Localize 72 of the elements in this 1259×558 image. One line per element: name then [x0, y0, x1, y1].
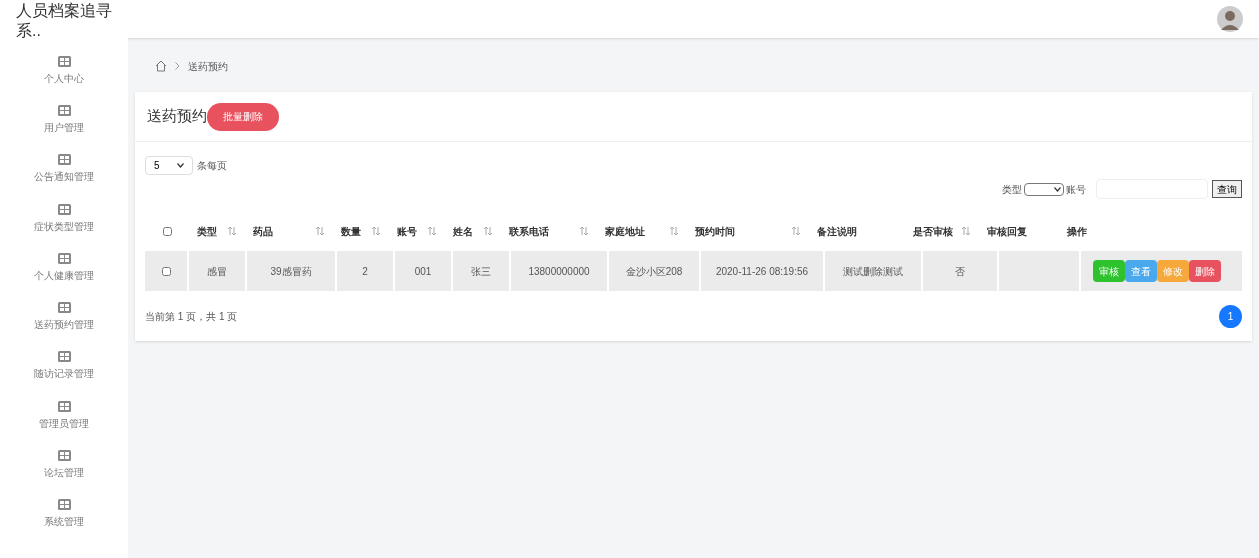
sort-icon[interactable] — [315, 226, 325, 236]
sidebar-item[interactable]: 系统管理 — [0, 489, 128, 539]
sidebar-item[interactable]: 送药预约管理 — [0, 292, 128, 342]
column-header: 家庭地址 — [605, 224, 645, 239]
column-header: 数量 — [341, 224, 361, 239]
sort-icon[interactable] — [371, 226, 381, 236]
sort-icon[interactable] — [791, 226, 801, 236]
column-header: 账号 — [397, 224, 417, 239]
sidebar-item[interactable]: 用户管理 — [0, 95, 128, 145]
account-label: 账号 — [1066, 182, 1086, 197]
grid-icon — [57, 499, 71, 511]
type-select[interactable] — [1024, 182, 1064, 196]
table-cell: 001 — [395, 251, 451, 291]
column-header: 审核回复 — [987, 224, 1027, 239]
grid-icon — [57, 400, 71, 412]
page-info: 当前第 1 页，共 1 页 — [145, 309, 238, 324]
panel-title: 送药预约 — [147, 106, 207, 127]
sidebar-item[interactable]: 公告通知管理 — [0, 144, 128, 194]
sort-icon[interactable] — [427, 226, 437, 236]
column-header: 是否审核 — [913, 224, 953, 239]
caret-icon — [1054, 186, 1061, 192]
avatar[interactable] — [1217, 6, 1243, 32]
grid-icon — [57, 104, 71, 116]
breadcrumb-current[interactable]: 送药预约 — [188, 58, 228, 74]
table-cell: 2 — [337, 251, 393, 291]
grid-icon — [57, 203, 71, 215]
type-label: 类型 — [1002, 182, 1022, 197]
column-header: 姓名 — [453, 224, 473, 239]
table-cell: 13800000000 — [511, 251, 607, 291]
column-header: 联系电话 — [509, 224, 549, 239]
page-size-select[interactable]: 5 — [145, 156, 193, 175]
column-header: 预约时间 — [695, 224, 735, 239]
action-button[interactable]: 删除 — [1189, 260, 1221, 282]
select-all-checkbox[interactable] — [162, 226, 172, 236]
column-header: 药品 — [253, 224, 273, 239]
page-button[interactable]: 1 — [1219, 304, 1242, 328]
search-button[interactable]: 查询 — [1212, 180, 1242, 198]
home-icon[interactable] — [155, 60, 167, 72]
sidebar-item[interactable]: 个人中心 — [0, 46, 128, 96]
grid-icon — [57, 302, 71, 314]
grid-icon — [57, 55, 71, 67]
sort-icon[interactable] — [961, 226, 971, 236]
page-size-label: 条每页 — [197, 159, 227, 173]
sidebar-item[interactable]: 论坛管理 — [0, 440, 128, 490]
sidebar-item[interactable]: 症状类型管理 — [0, 193, 128, 244]
table-cell: 2020-11-26 08:19:56 — [701, 251, 823, 291]
grid-icon — [57, 252, 71, 264]
table-cell: 金沙小区208 — [609, 251, 699, 291]
sort-icon[interactable] — [579, 226, 589, 236]
table-cell: 测试删除测试 — [825, 251, 921, 291]
column-header: 备注说明 — [817, 224, 857, 239]
row-checkbox[interactable] — [161, 266, 171, 276]
table-cell: 感冒 — [189, 251, 245, 291]
sort-icon[interactable] — [483, 226, 493, 236]
grid-icon — [57, 351, 71, 363]
table-cell: 张三 — [453, 251, 509, 291]
column-header: 类型 — [197, 224, 217, 239]
sidebar-item[interactable]: 个人健康管理 — [0, 243, 128, 293]
grid-icon — [57, 450, 71, 461]
sidebar-item[interactable]: 管理员管理 — [0, 391, 128, 441]
table-cell: 否 — [923, 251, 997, 291]
action-button[interactable]: 查看 — [1125, 260, 1157, 282]
caret-icon — [177, 163, 184, 168]
table-cell: 39感冒药 — [247, 251, 335, 291]
batch-delete-button[interactable]: 批量删除 — [207, 102, 279, 131]
sort-icon[interactable] — [669, 226, 679, 236]
sort-icon[interactable] — [227, 226, 237, 236]
sidebar-item[interactable]: 随访记录管理 — [0, 341, 128, 392]
chevron-icon — [175, 62, 180, 70]
grid-icon — [57, 154, 71, 166]
app-title: 人员档案追寻系.. — [16, 1, 112, 41]
column-header: 操作 — [1067, 224, 1087, 239]
